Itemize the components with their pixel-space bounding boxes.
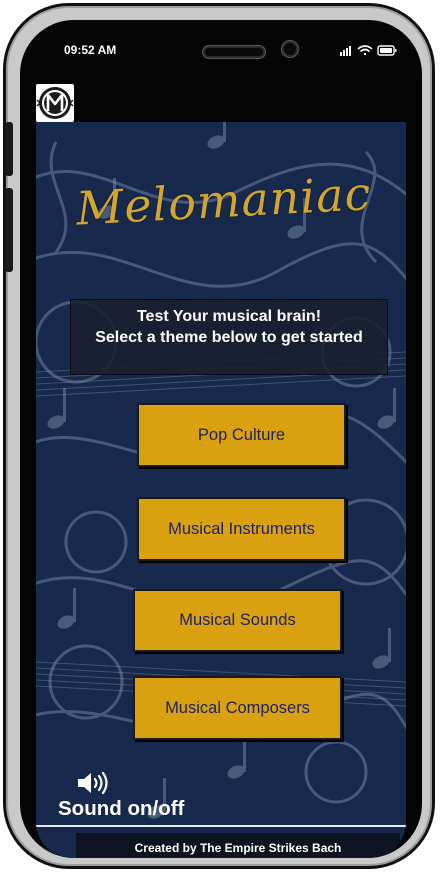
app-screen: Melomaniac Test Your musical brain! Sele…	[36, 122, 406, 858]
phone-frame: 09:52 AM Melomaniac Test Your musical br…	[3, 3, 435, 869]
sound-toggle-label[interactable]: Sound on/off	[58, 797, 184, 821]
footer-credit: Created by The Empire Strikes Bach	[76, 833, 400, 858]
earpiece-speaker	[203, 46, 265, 58]
theme-button-musical-composers[interactable]: Musical Composers	[133, 676, 342, 740]
phone-bezel: 09:52 AM Melomaniac Test Your musical br…	[20, 20, 422, 858]
theme-button-musical-sounds[interactable]: Musical Sounds	[133, 589, 342, 652]
speaker-volume-icon[interactable]	[76, 771, 110, 795]
front-camera	[282, 41, 298, 57]
intro-line-1: Test Your musical brain!	[136, 308, 322, 325]
status-time: 09:52 AM	[64, 43, 117, 57]
signal-icon	[340, 46, 351, 56]
intro-box: Test Your musical brain! Select a theme …	[70, 299, 388, 375]
theme-button-musical-instruments[interactable]: Musical Instruments	[137, 497, 346, 561]
intro-line-2: Select a theme below to get started	[95, 329, 363, 346]
theme-button-pop-culture[interactable]: Pop Culture	[137, 403, 346, 467]
footer-divider	[36, 825, 406, 827]
wifi-icon	[357, 45, 373, 56]
volume-button	[5, 188, 13, 272]
melomaniac-logo[interactable]	[36, 84, 74, 122]
status-icons	[340, 45, 397, 56]
mute-switch	[5, 122, 13, 176]
battery-icon	[377, 45, 397, 56]
